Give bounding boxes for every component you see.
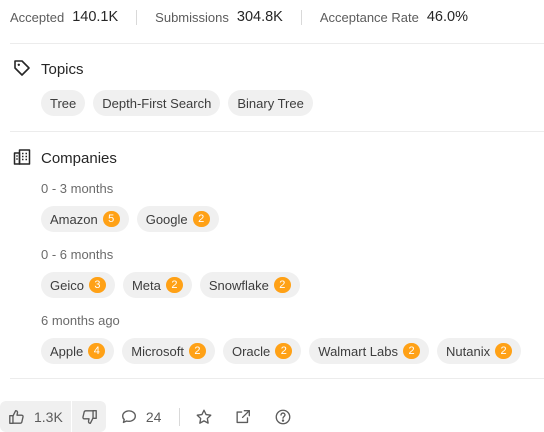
company-name: Amazon (50, 211, 98, 227)
topics-header[interactable]: Topics (12, 58, 84, 81)
topic-tag[interactable]: Depth-First Search (93, 90, 221, 116)
dislike-button[interactable] (72, 401, 106, 432)
stats-row: Accepted 140.1K Submissions 304.8K Accep… (10, 0, 468, 34)
company-count-badge: 2 (165, 277, 183, 293)
company-tag[interactable]: Amazon 5 (41, 206, 129, 232)
tag-icon (12, 58, 32, 81)
vote-group: 1.3K (0, 401, 106, 432)
companies-header[interactable]: Companies (12, 147, 117, 170)
comments-button[interactable]: 24 (120, 408, 162, 426)
company-tag[interactable]: Nutanix 2 (437, 338, 522, 364)
footer-divider (179, 407, 181, 426)
company-name: Snowflake (208, 277, 269, 293)
company-tag[interactable]: Apple 4 (41, 338, 115, 364)
company-tag[interactable]: Snowflake 2 (199, 272, 300, 298)
company-name: Walmart Labs (318, 343, 398, 359)
topic-tags: Tree Depth-First Search Binary Tree (41, 90, 313, 116)
stat-divider (136, 9, 138, 25)
stat-label: Accepted (10, 9, 65, 25)
stat-acceptance-rate: Acceptance Rate 46.0% (320, 9, 468, 25)
topic-tag[interactable]: Tree (41, 90, 86, 116)
like-count: 1.3K (34, 408, 63, 425)
period-label: 0 - 3 months (41, 181, 114, 196)
stat-accepted: Accepted 140.1K (10, 9, 118, 25)
companies-title: Companies (41, 150, 117, 167)
section-divider (10, 43, 544, 44)
stat-value: 46.0% (426, 9, 468, 25)
company-tag[interactable]: Google 2 (136, 206, 219, 232)
stat-label: Acceptance Rate (319, 9, 419, 25)
company-count-badge: 3 (88, 277, 106, 293)
comment-icon (120, 408, 138, 426)
thumbs-down-icon (80, 408, 98, 426)
stat-value: 140.1K (72, 9, 119, 25)
company-name: Meta (131, 277, 161, 293)
period-label: 0 - 6 months (41, 247, 114, 262)
company-count-badge: 2 (495, 343, 513, 359)
topic-tag[interactable]: Binary Tree (228, 90, 313, 116)
stat-value: 304.8K (236, 9, 283, 25)
company-group: Amazon 5 Google 2 (41, 206, 219, 232)
company-tag[interactable]: Microsoft 2 (122, 338, 215, 364)
company-name: Google (145, 211, 188, 227)
company-name: Nutanix (446, 343, 491, 359)
company-count-badge: 2 (273, 277, 291, 293)
company-tag[interactable]: Meta 2 (122, 272, 192, 298)
help-icon[interactable] (274, 408, 292, 426)
company-name: Apple (50, 343, 84, 359)
star-icon[interactable] (195, 408, 213, 426)
section-divider (10, 378, 544, 379)
topics-title: Topics (41, 61, 84, 78)
stat-submissions: Submissions 304.8K (155, 9, 283, 25)
company-group: Apple 4 Microsoft 2 Oracle 2 Walmart Lab… (41, 338, 522, 364)
company-tag[interactable]: Oracle 2 (222, 338, 302, 364)
share-icon[interactable] (234, 408, 252, 426)
company-count-badge: 4 (88, 343, 106, 359)
stat-label: Submissions (155, 9, 229, 25)
company-count-badge: 2 (192, 211, 210, 227)
company-name: Oracle (231, 343, 271, 359)
company-name: Geico (50, 277, 84, 293)
company-count-badge: 2 (403, 343, 420, 359)
like-button[interactable]: 1.3K (0, 401, 71, 432)
thumbs-up-icon (8, 408, 26, 426)
stat-divider (300, 9, 302, 25)
company-count-badge: 2 (275, 343, 293, 359)
action-bar: 1.3K 24 (0, 401, 292, 432)
company-count-badge: 5 (102, 211, 120, 227)
company-count-badge: 2 (188, 343, 206, 359)
period-label: 6 months ago (41, 313, 120, 328)
building-icon (12, 147, 32, 170)
comment-count: 24 (145, 408, 162, 425)
company-group: Geico 3 Meta 2 Snowflake 2 (41, 272, 300, 298)
company-tag[interactable]: Geico 3 (41, 272, 115, 298)
company-tag[interactable]: Walmart Labs 2 (309, 338, 429, 364)
section-divider (10, 131, 544, 132)
company-name: Microsoft (131, 343, 184, 359)
